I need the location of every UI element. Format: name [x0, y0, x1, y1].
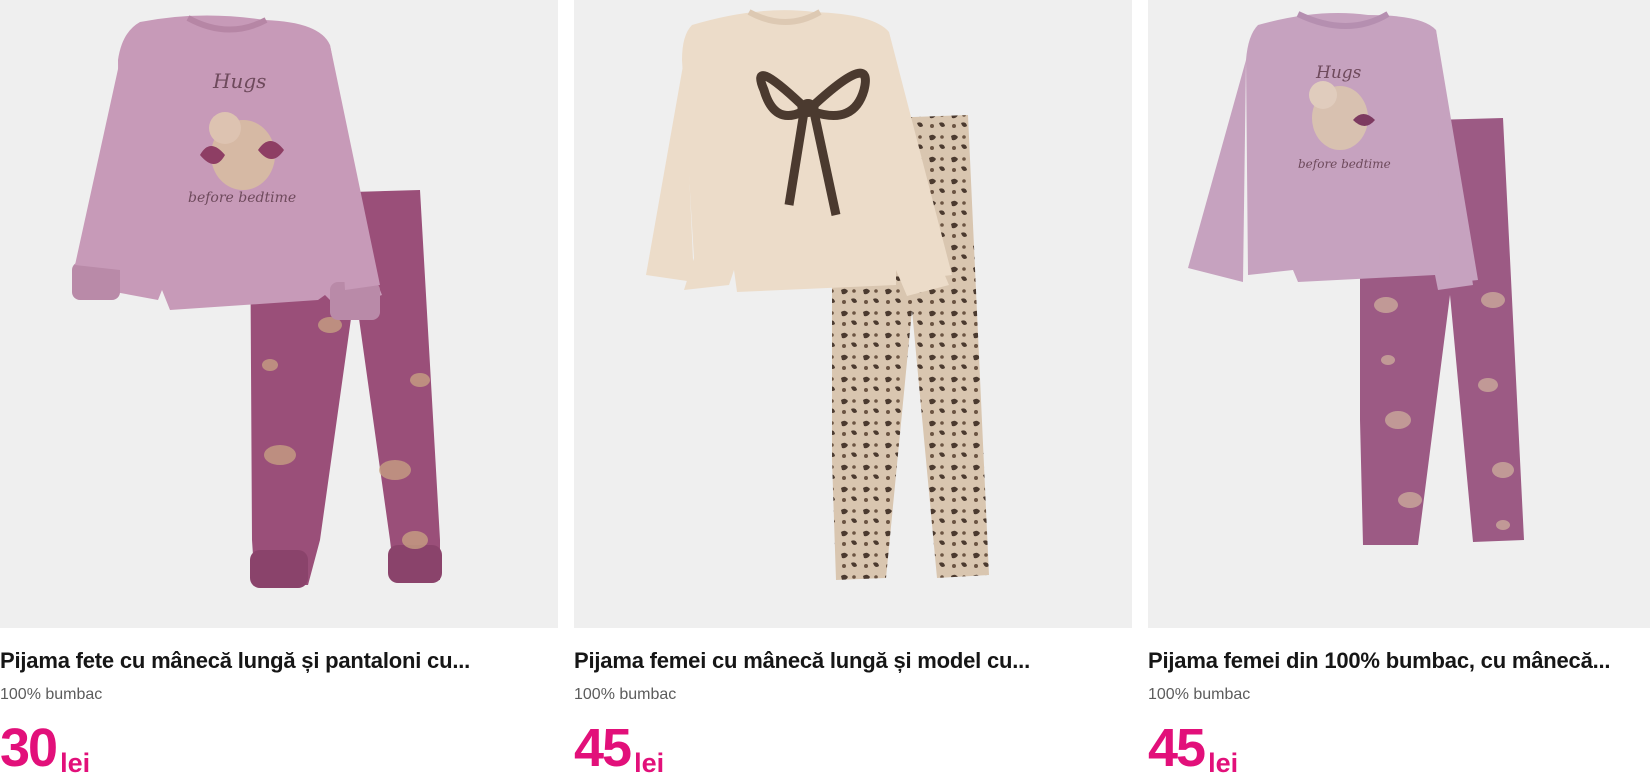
pajama-women-squirrel-illustration: Hugs before bedtime: [1148, 0, 1650, 628]
product-image[interactable]: [574, 0, 1132, 628]
product-title[interactable]: Pijama fete cu mânecă lungă și pantaloni…: [0, 648, 558, 674]
product-price: 45 lei: [1148, 718, 1238, 778]
price-currency: lei: [60, 748, 91, 778]
price-amount: 30: [0, 718, 58, 778]
product-image[interactable]: Hugs before bedtime: [1148, 0, 1650, 628]
product-card[interactable]: Pijama femei cu mânecă lungă și model cu…: [574, 0, 1132, 781]
product-price: 30 lei: [0, 718, 90, 778]
price-amount: 45: [574, 718, 632, 778]
product-material: 100% bumbac: [0, 686, 103, 703]
price-currency: lei: [1208, 748, 1239, 778]
pajama-leopard-bow-illustration: [574, 0, 1132, 628]
product-title[interactable]: Pijama femei din 100% bumbac, cu mânecă.…: [1148, 648, 1650, 674]
product-card[interactable]: Hugs before bedtime Pijama femei din 100…: [1148, 0, 1650, 781]
svg-text:Hugs: Hugs: [212, 69, 266, 93]
svg-text:before bedtime: before bedtime: [1298, 157, 1391, 171]
product-grid: Hugs before bedtime Pijama fete cu mânec…: [0, 0, 1650, 781]
svg-text:before bedtime: before bedtime: [188, 190, 296, 206]
price-currency: lei: [634, 748, 665, 778]
product-material: 100% bumbac: [1148, 686, 1251, 703]
product-price: 45 lei: [574, 718, 664, 778]
product-title[interactable]: Pijama femei cu mânecă lungă și model cu…: [574, 648, 1132, 674]
pajama-kids-squirrel-illustration: Hugs before bedtime: [0, 0, 558, 628]
price-amount: 45: [1148, 718, 1206, 778]
product-material: 100% bumbac: [574, 686, 677, 703]
product-image[interactable]: Hugs before bedtime: [0, 0, 558, 628]
product-card[interactable]: Hugs before bedtime Pijama fete cu mânec…: [0, 0, 558, 781]
svg-text:Hugs: Hugs: [1315, 63, 1362, 83]
